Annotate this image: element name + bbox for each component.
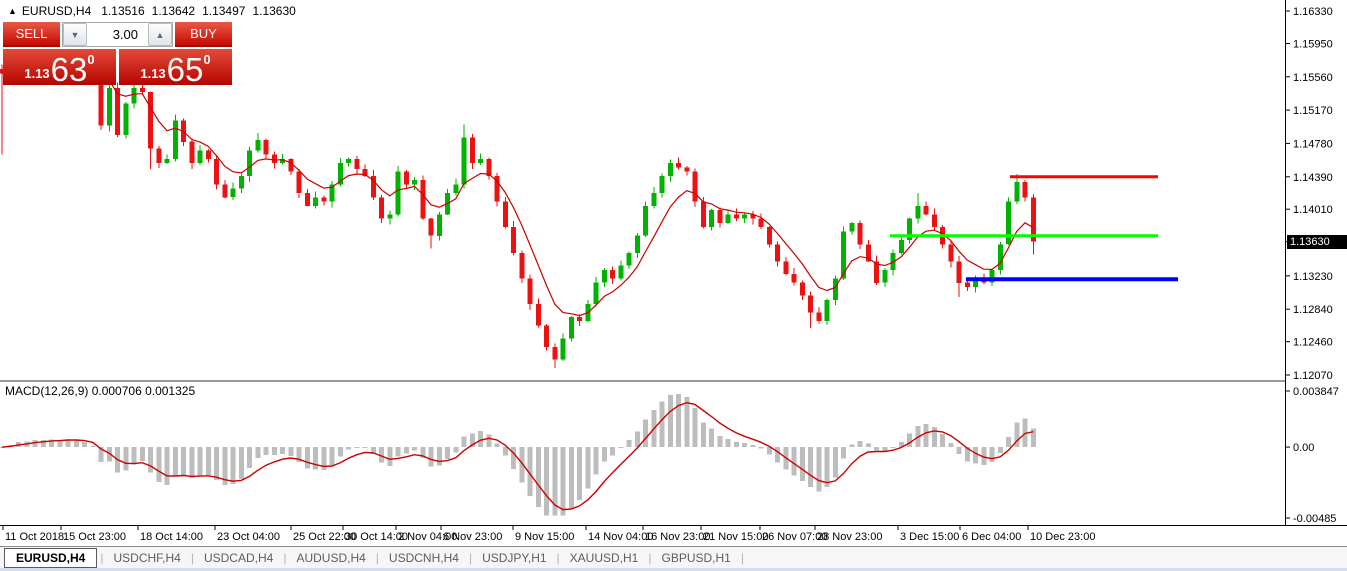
buy-price-prefix: 1.13 [140, 66, 165, 81]
ohlc-open: 1.13516 [101, 4, 144, 18]
tab-separator: | [283, 551, 286, 565]
price-axis-label: 1.15950 [1293, 39, 1333, 51]
tab-xauusd-h1[interactable]: XAUUSD,H1 [561, 550, 648, 566]
price-axis-label: 1.12070 [1293, 370, 1333, 382]
sell-price-sup: 0 [87, 52, 94, 67]
time-axis-label: 10 Dec 23:00 [1030, 531, 1095, 543]
time-axis-label: 23 Oct 04:00 [217, 531, 280, 543]
ohlc-close: 1.13630 [252, 4, 295, 18]
time-axis-label: 21 Nov 15:00 [703, 531, 768, 543]
chart-title: ▲ EURUSD,H4 1.13516 1.13642 1.13497 1.13… [8, 4, 303, 18]
tab-separator: | [648, 551, 651, 565]
pane-separator[interactable] [0, 380, 1285, 382]
sell-price-prefix: 1.13 [24, 66, 49, 81]
price-axis-label: 1.13230 [1293, 271, 1333, 283]
time-axis-label: 9 Nov 15:00 [515, 531, 574, 543]
one-click-trading-panel: SELL ▼ 3.00 ▲ BUY 1.13 63 0 1.13 65 0 [3, 22, 232, 85]
tab-usdcnh-h4[interactable]: USDCNH,H4 [380, 550, 468, 566]
tab-usdjpy-h1[interactable]: USDJPY,H1 [473, 550, 555, 566]
time-axis-label: 3 Dec 15:00 [900, 531, 959, 543]
time-axis-label: 16 Nov 23:00 [645, 531, 710, 543]
sell-price-big: 63 [51, 55, 88, 85]
price-axis-label: 1.14780 [1293, 138, 1333, 150]
macd-indicator-label: MACD(12,26,9) 0.000706 0.001325 [5, 384, 195, 398]
time-axis-label: 28 Nov 23:00 [817, 531, 882, 543]
chart-tab-bar: EURUSD,H4|USDCHF,H4|USDCAD,H4|AUDUSD,H4|… [0, 546, 1347, 569]
volume-input[interactable]: 3.00 [87, 23, 148, 46]
tab-audusd-h4[interactable]: AUDUSD,H4 [287, 550, 374, 566]
macd-axis-label: 0.00 [1293, 442, 1314, 454]
price-axis-label: 1.12840 [1293, 304, 1333, 316]
chart-symbol-period: EURUSD,H4 [22, 4, 91, 18]
price-axis-label: 1.12460 [1293, 337, 1333, 349]
time-axis-label: 14 Nov 04:00 [588, 531, 653, 543]
time-axis-label: 15 Oct 23:00 [63, 531, 126, 543]
buy-button[interactable]: BUY [175, 22, 232, 47]
price-axis-label: 1.15560 [1293, 72, 1333, 84]
tab-usdcad-h4[interactable]: USDCAD,H4 [195, 550, 282, 566]
tab-gbpusd-h1[interactable]: GBPUSD,H1 [652, 550, 739, 566]
tab-separator: | [191, 551, 194, 565]
time-axis-label: 6 Dec 04:00 [962, 531, 1021, 543]
macd-axis-label: -0.00485 [1293, 513, 1336, 525]
price-axis-label: 1.16330 [1293, 6, 1333, 18]
tab-separator: | [100, 551, 103, 565]
buy-price-big: 65 [167, 55, 204, 85]
time-axis-label: 11 Oct 2018 [5, 531, 64, 543]
ohlc-low: 1.13497 [202, 4, 245, 18]
volume-decrease-button[interactable]: ▼ [63, 23, 87, 46]
volume-spinner: ▼ 3.00 ▲ [62, 22, 173, 47]
volume-increase-button[interactable]: ▲ [148, 23, 172, 46]
macd-axis-label: 0.003847 [1293, 386, 1339, 398]
tab-eurusd-h4[interactable]: EURUSD,H4 [4, 548, 97, 568]
candles [0, 49, 1036, 368]
current-price-badge: 1.13630 [1287, 235, 1347, 249]
sell-button[interactable]: SELL [3, 22, 60, 47]
tab-separator: | [469, 551, 472, 565]
price-axis-label: 1.15170 [1293, 105, 1333, 117]
tab-separator: | [741, 551, 744, 565]
tab-separator: | [557, 551, 560, 565]
tab-usdchf-h4[interactable]: USDCHF,H4 [104, 550, 189, 566]
time-axis-label: 18 Oct 14:00 [140, 531, 203, 543]
buy-price-sup: 0 [203, 52, 210, 67]
mt4-window: 1.16330 1.15950 1.15560 1.15170 1.14780 1.143… [0, 0, 1347, 571]
time-axis-label: 6 Nov 23:00 [443, 531, 502, 543]
price-axis-label: 1.14010 [1293, 204, 1333, 216]
ohlc-high: 1.13642 [152, 4, 195, 18]
tab-separator: | [376, 551, 379, 565]
buy-price-button[interactable]: 1.13 65 0 [119, 49, 232, 85]
macd-histogram [0, 394, 1036, 515]
sell-price-button[interactable]: 1.13 63 0 [3, 49, 116, 85]
price-axis-label: 1.14390 [1293, 172, 1333, 184]
symbol-collapse-icon[interactable]: ▲ [8, 6, 17, 16]
